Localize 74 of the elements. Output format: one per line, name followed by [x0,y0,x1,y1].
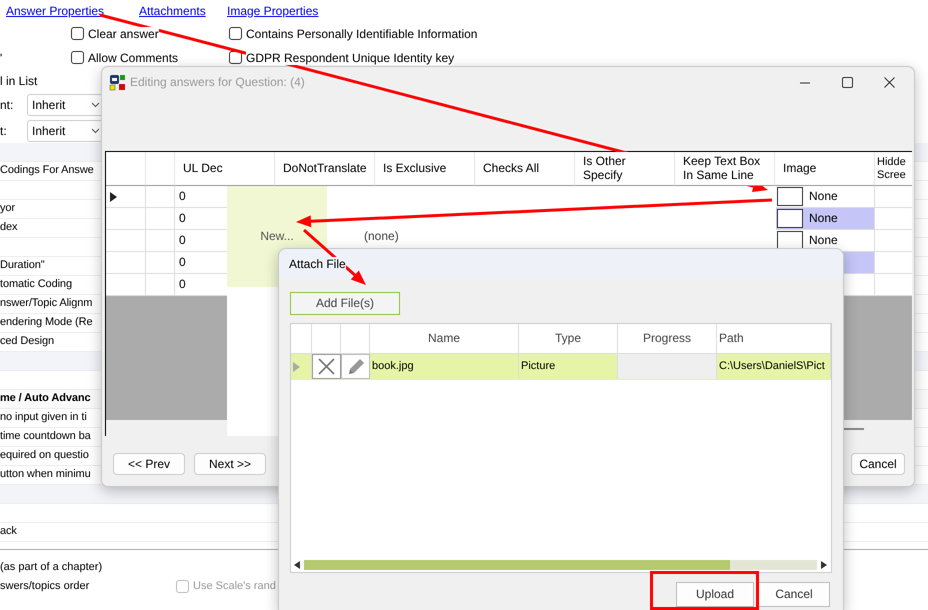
property-label: equired on questio [0,449,89,463]
checkbox[interactable] [229,27,242,40]
cancel-button[interactable]: Cancel [851,453,905,475]
property-label: no input given in ti [0,411,87,425]
column-header: Keep Text Box In Same Line [675,152,775,186]
row-header-cell[interactable] [106,208,146,230]
column-header: Name [370,324,519,353]
checkbox-label: Clear answer [88,26,159,42]
tab-link[interactable]: Attachments [139,4,227,18]
column-header: Progress [618,324,717,353]
column-header: Is Exclusive [375,152,475,186]
scroll-left-icon [294,560,300,568]
window-title: Editing answers for Question: (4) [130,74,305,90]
row-header-cell[interactable] [106,252,146,274]
app-logo-icon [109,74,126,90]
checkbox-label: Use Scale's rand [193,580,276,594]
scrollbar-thumb[interactable] [304,560,730,570]
tab-link[interactable]: Answer Properties [6,4,139,18]
column-header: Image [775,152,875,186]
checkbox-label: GDPR Respondent Unique Identity key [246,50,454,66]
caret-icon [91,128,100,134]
table-cell [146,230,175,252]
checkbox-label: Contains Personally Identifiable Information [246,26,478,42]
table-cell [146,252,175,274]
file-row[interactable]: book.jpg Picture C:\Users\DanielS\Pict [291,354,831,379]
property-label: utton when minimu [0,468,91,482]
scroll-right-icon [821,560,827,568]
delete-icon[interactable] [318,358,335,375]
property-label: (as part of a chapter) [0,560,104,574]
table-cell: C:\Users\DanielS\Pict [717,354,831,379]
column-header: Type [519,324,618,353]
checkbox-label: Allow Comments [88,50,178,66]
table-cell [146,186,175,208]
caret-icon [91,102,100,108]
add-files-button[interactable]: Add File(s) [290,292,400,315]
property-label: yor [0,202,15,216]
prev-button[interactable]: << Prev [113,453,185,475]
scrollbar-thumb[interactable] [842,428,864,430]
dialog-title: Attach File [289,256,346,272]
maximize-icon[interactable] [842,76,853,88]
property-label: time countdown ba [0,430,91,444]
next-button[interactable]: Next >> [194,453,266,475]
table-cell: book.jpg [370,354,519,379]
field-label: l in List [0,74,38,88]
upload-button[interactable]: Upload [676,582,754,607]
column-header: Path [717,324,831,353]
image-cell[interactable]: None [775,208,875,230]
row-header-cell[interactable] [106,186,146,208]
property-label: nswer/Topic Alignm [0,297,92,311]
property-label: endering Mode (Re [0,316,92,330]
property-label: Codings For Answe [0,164,94,178]
table-cell [146,208,175,230]
property-label: ced Design [0,335,54,349]
field-label: ' [0,50,2,65]
property-label: swers/topics order [0,580,90,594]
checkbox[interactable] [71,51,84,64]
close-icon[interactable] [884,76,895,88]
cancel-button[interactable]: Cancel [758,582,830,607]
field-label: nt: [0,98,14,112]
column-header: Is Other Specify [575,152,675,186]
section-heading: me / Auto Advanc [0,392,90,406]
property-label: tomatic Coding [0,278,72,292]
row-header-cell[interactable] [106,230,146,252]
checkbox[interactable] [71,27,84,40]
column-header: UL Dec [175,152,275,186]
property-label: dex [0,221,18,235]
row-indicator-icon [293,362,300,372]
field-label: t: [0,124,7,138]
tab-link[interactable]: Image Properties [227,4,347,18]
checkbox[interactable] [229,51,242,64]
property-label: Duration" [0,259,45,273]
property-label: ack [0,525,17,539]
column-header: Checks All [475,152,575,186]
column-header: DoNotTranslate [275,152,375,186]
